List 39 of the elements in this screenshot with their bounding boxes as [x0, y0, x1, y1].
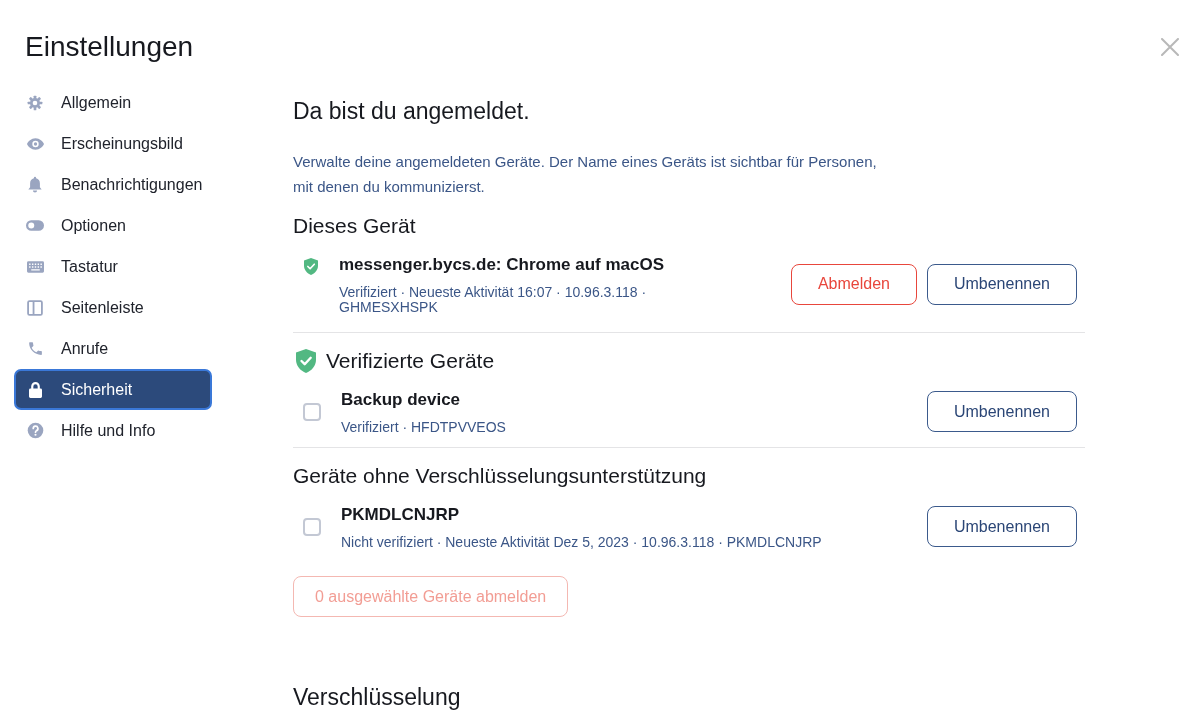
- device-name: Backup device: [341, 389, 462, 411]
- bell-icon: [28, 176, 42, 193]
- sidebar-item[interactable]: Benachrichtigungen: [14, 164, 212, 205]
- phone-icon: [26, 340, 44, 357]
- sidebar-item[interactable]: Allgemein: [14, 82, 212, 123]
- device-details: Verifiziert · HFDTPVVEOS: [341, 420, 507, 435]
- sidebar-item[interactable]: Anrufe: [14, 328, 212, 369]
- page-heading: Da bist du angemeldet.: [293, 97, 531, 126]
- section-heading: Geräte ohne Verschlüsselungsunterstützung: [293, 463, 707, 489]
- sidebar-item[interactable]: Tastatur: [14, 246, 212, 287]
- close-button[interactable]: [1161, 38, 1179, 56]
- device-checkbox[interactable]: [303, 517, 321, 536]
- device-details: Nicht verifiziert · Neueste Aktivität Dez 5, 2023 · 10.96.3.118 · PKMDLCNJRP: [341, 535, 823, 550]
- device-checkbox[interactable]: [303, 402, 321, 421]
- lock-icon: [28, 381, 42, 398]
- rename-button[interactable]: Umbenennen: [926, 391, 1077, 432]
- device-name: messenger.bycs.de: Chrome auf macOS: [339, 254, 666, 276]
- toggle-icon: [26, 220, 44, 231]
- rename-button[interactable]: Umbenennen: [926, 506, 1077, 547]
- keyboard-icon: [26, 260, 44, 273]
- eye-icon: [26, 137, 44, 150]
- sidebar-item[interactable]: Seitenleiste: [14, 287, 212, 328]
- gear-icon: [27, 94, 43, 111]
- rename-button[interactable]: Umbenennen: [926, 263, 1077, 305]
- device-name: PKMDLCNJRP: [341, 504, 461, 526]
- settings-title: Einstellungen: [25, 30, 194, 64]
- device-details: Verifiziert · Neueste Aktivität 16:07 · 10.96.3.118 · GHMESXHSPK: [339, 285, 648, 315]
- section-heading: Verschlüsselung: [293, 683, 462, 712]
- side-panel-icon: [27, 299, 43, 316]
- sidebar-item[interactable]: Erscheinungsbild: [14, 123, 212, 164]
- sidebar-item[interactable]: Optionen: [14, 205, 212, 246]
- section-heading: Verifizierte Geräte: [326, 348, 495, 374]
- sidebar-item[interactable]: Sicherheit: [14, 369, 212, 410]
- sign-out-button[interactable]: Abmelden: [790, 263, 917, 305]
- help-icon: [26, 422, 44, 439]
- close-icon: [1161, 38, 1179, 56]
- sidebar-item[interactable]: Hilfe und Info: [14, 410, 212, 451]
- section-heading: Dieses Gerät: [293, 213, 416, 239]
- description-text: Verwalte deine angemeldeten Geräte. Der Name eines Geräts ist sichtbar für Personen, mit denen du kommunizierst.: [293, 152, 878, 197]
